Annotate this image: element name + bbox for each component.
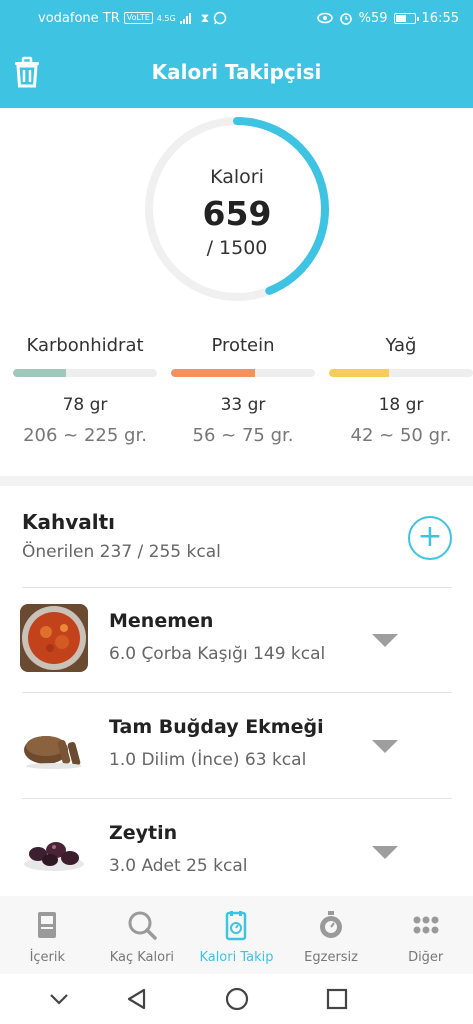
battery-percent: %59 (358, 10, 388, 26)
system-nav (0, 974, 473, 1024)
divider (22, 587, 452, 588)
meal-title: Kahvaltı (22, 510, 116, 534)
macro-carbs: Karbonhidrat 78 gr 206 ~ 225 gr. (6, 335, 164, 446)
meal-summary: Önerilen 237 / 255 kcal (22, 542, 221, 562)
tab-label: Kalori Takip (199, 950, 274, 965)
grid-dots-icon (413, 916, 439, 934)
signal-icon (179, 12, 191, 24)
tab-kalori-takip[interactable]: Kalori Takip (189, 896, 284, 974)
plus-circle-icon: + (417, 519, 443, 554)
tab-label: Egzersiz (304, 950, 358, 965)
macro-bar (13, 369, 157, 377)
macro-summary: Karbonhidrat 78 gr 206 ~ 225 gr. Protein… (0, 335, 473, 446)
macro-name: Karbonhidrat (26, 335, 144, 356)
olives-image (20, 816, 88, 884)
search-icon (128, 911, 157, 940)
tab-icerik[interactable]: İçerik (0, 896, 95, 974)
status-bar: vodafone TR VoLTE 4.5G ⧗ %59 16:55 (0, 0, 473, 36)
page-title: Kalori Takipçisi (151, 60, 322, 84)
macro-protein: Protein 33 gr 56 ~ 75 gr. (164, 335, 322, 446)
macro-name: Protein (211, 335, 275, 356)
food-item-menemen[interactable]: Menemen 6.0 Çorba Kaşığı 149 kcal (0, 594, 473, 684)
chevron-down-icon[interactable] (372, 740, 398, 753)
eye-comfort-icon (316, 12, 333, 24)
home-icon[interactable] (224, 986, 250, 1012)
alarm-icon (339, 13, 352, 25)
network-type: 4.5G (156, 13, 176, 23)
macro-bar-fill (171, 369, 255, 377)
back-icon[interactable] (124, 986, 150, 1012)
chevron-down-icon[interactable] (372, 634, 398, 647)
calorie-consumed: 659 (202, 193, 272, 233)
divider (22, 798, 452, 799)
macro-range: 56 ~ 75 gr. (192, 425, 294, 446)
food-detail: 3.0 Adet 25 kcal (109, 856, 248, 876)
food-name: Zeytin (109, 822, 178, 844)
macro-name: Yağ (385, 335, 417, 356)
calorie-label: Kalori (210, 165, 264, 188)
macro-bar (171, 369, 315, 377)
battery-icon (393, 12, 419, 24)
tab-egzersiz[interactable]: Egzersiz (284, 896, 379, 974)
food-detail: 6.0 Çorba Kaşığı 149 kcal (109, 644, 326, 664)
book-icon (38, 912, 57, 938)
add-food-button[interactable]: + (408, 516, 452, 560)
calorie-ring: Kalori 659 / 1500 (140, 112, 334, 306)
tracker-icon (226, 911, 247, 941)
trash-icon[interactable] (12, 56, 42, 88)
food-name: Tam Buğday Ekmeği (109, 716, 324, 738)
meal-header: Kahvaltı Önerilen 237 / 255 kcal (22, 510, 454, 562)
macro-amount: 33 gr (220, 395, 266, 415)
app-bar: Kalori Takipçisi (0, 36, 473, 108)
food-item-bread[interactable]: Tam Buğday Ekmeği 1.0 Dilim (İnce) 63 kc… (0, 700, 473, 790)
collapse-icon[interactable] (46, 986, 72, 1012)
stopwatch-icon (320, 911, 343, 938)
volte-badge: VoLTE (123, 12, 153, 24)
hourglass-icon: ⧗ (200, 10, 210, 25)
tab-label: Kaç Kalori (109, 950, 175, 965)
macro-range: 42 ~ 50 gr. (350, 425, 452, 446)
bottom-nav: İçerik Kaç Kalori Kalori Takip Egzersiz (0, 896, 473, 974)
food-detail: 1.0 Dilim (İnce) 63 kcal (109, 750, 307, 770)
macro-bar (329, 369, 473, 377)
bread-image (20, 710, 88, 778)
clock: 16:55 (421, 10, 459, 26)
macro-amount: 18 gr (378, 395, 424, 415)
chevron-down-icon[interactable] (372, 846, 398, 859)
macro-range: 206 ~ 225 gr. (23, 425, 147, 446)
tab-diger[interactable]: Diğer (378, 896, 473, 974)
tab-kac-kalori[interactable]: Kaç Kalori (95, 896, 190, 974)
calorie-goal: / 1500 (206, 236, 268, 259)
macro-bar-fill (13, 369, 67, 377)
tab-label: Diğer (408, 950, 444, 965)
whatsapp-icon (213, 11, 227, 25)
macro-bar-fill (329, 369, 390, 377)
section-divider (0, 476, 473, 486)
divider (22, 692, 452, 693)
macro-fat: Yağ 18 gr 42 ~ 50 gr. (322, 335, 473, 446)
macro-amount: 78 gr (62, 395, 108, 415)
menemen-image (20, 604, 88, 672)
food-item-olives[interactable]: Zeytin 3.0 Adet 25 kcal (0, 806, 473, 896)
recents-icon[interactable] (324, 986, 350, 1012)
tab-label: İçerik (29, 950, 66, 965)
carrier-name: vodafone TR (38, 10, 120, 26)
food-name: Menemen (109, 610, 214, 632)
